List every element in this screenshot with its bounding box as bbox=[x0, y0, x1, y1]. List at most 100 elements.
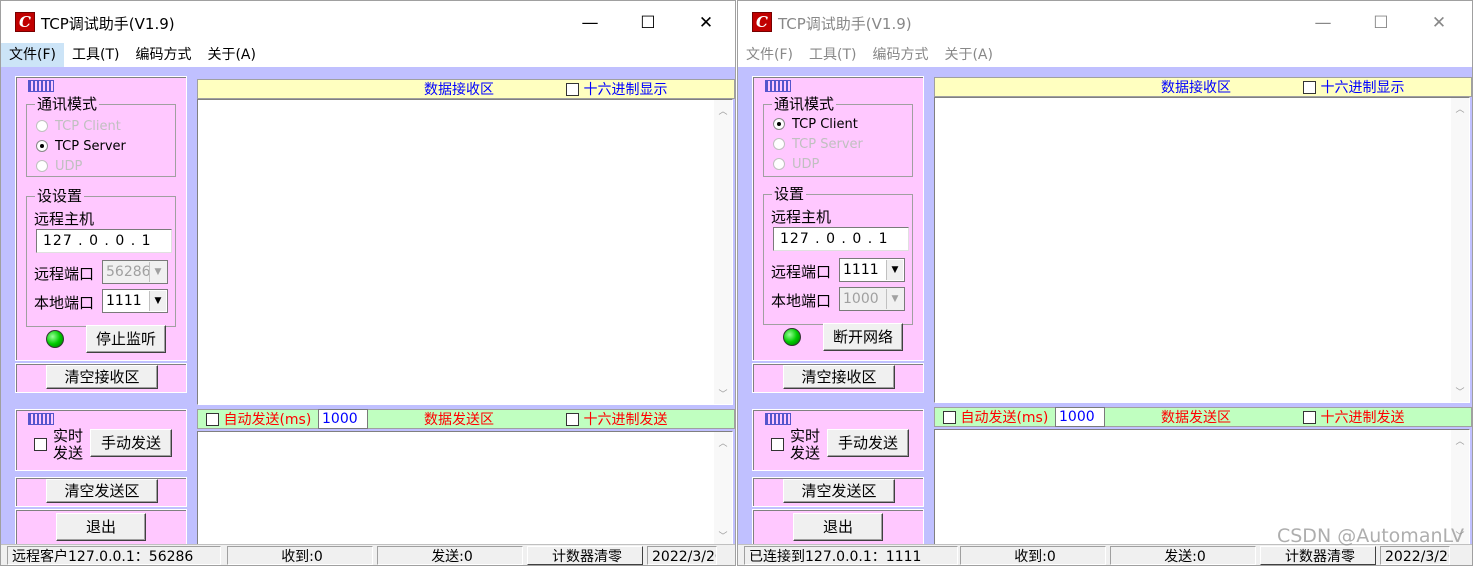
title-bar[interactable]: C TCP调试助手(V1.9) — ☐ ✕ bbox=[738, 1, 1472, 43]
scroll-up-icon[interactable]: ︿ bbox=[714, 104, 732, 117]
send-control-panel: 实时发送 手动发送 bbox=[15, 409, 187, 471]
chevron-down-icon: ▼ bbox=[886, 289, 903, 309]
maximize-icon[interactable]: ☐ bbox=[1358, 9, 1404, 37]
status-sent: 发送:0 bbox=[377, 546, 523, 565]
realtime-send-label: 实时发送 bbox=[790, 427, 821, 462]
grip-icon bbox=[765, 80, 791, 92]
radio-tcp-client[interactable]: TCP Client bbox=[773, 116, 858, 134]
send-title: 数据发送区 bbox=[424, 412, 494, 428]
menu-file[interactable]: 文件(F) bbox=[738, 43, 801, 67]
menu-bar: 文件(F) 工具(T) 编码方式 关于(A) bbox=[738, 43, 1472, 67]
menu-tools[interactable]: 工具(T) bbox=[64, 43, 127, 67]
reset-counter-button[interactable]: 计数器清零 bbox=[527, 546, 643, 565]
send-control-panel: 实时发送 手动发送 bbox=[752, 409, 924, 471]
scroll-down-icon[interactable]: ﹀ bbox=[714, 529, 732, 542]
status-connection: 远程客户127.0.0.1：56286 bbox=[7, 546, 221, 565]
manual-send-button[interactable]: 手动发送 bbox=[90, 429, 172, 457]
close-icon[interactable]: ✕ bbox=[1416, 9, 1462, 37]
clear-send-button[interactable]: 清空发送区 bbox=[783, 479, 895, 503]
realtime-send-checkbox[interactable] bbox=[771, 438, 784, 451]
menu-encoding[interactable]: 编码方式 bbox=[864, 43, 936, 67]
clear-recv-button[interactable]: 清空接收区 bbox=[783, 365, 895, 389]
manual-send-button[interactable]: 手动发送 bbox=[827, 429, 909, 457]
reset-counter-button[interactable]: 计数器清零 bbox=[1260, 546, 1376, 565]
app-icon: C bbox=[752, 12, 772, 32]
send-scrollbar[interactable]: ︿ ﹀ bbox=[714, 432, 732, 546]
title-bar[interactable]: C TCP调试助手(V1.9) — ☐ ✕ bbox=[1, 1, 735, 43]
menu-about[interactable]: 关于(A) bbox=[936, 43, 1001, 67]
recv-scrollbar[interactable]: ︿ ﹀ bbox=[1451, 98, 1469, 402]
scroll-up-icon[interactable]: ︿ bbox=[1451, 434, 1469, 447]
hex-send-option[interactable]: 十六进制发送 bbox=[1303, 408, 1404, 428]
clear-recv-panel: 清空接收区 bbox=[15, 363, 187, 393]
exit-button[interactable]: 退出 bbox=[56, 513, 146, 541]
clear-send-button[interactable]: 清空发送区 bbox=[46, 479, 158, 503]
clear-recv-button[interactable]: 清空接收区 bbox=[46, 365, 158, 389]
recv-textarea[interactable]: ︿ ﹀ bbox=[934, 97, 1470, 403]
settings-legend: 设置 bbox=[774, 185, 805, 203]
client-area: 通讯模式 TCP Client TCP Server UDP 设置 远程主机 1… bbox=[738, 67, 1472, 565]
hex-display-checkbox[interactable] bbox=[1303, 81, 1316, 94]
menu-bar: 文件(F) 工具(T) 编码方式 关于(A) bbox=[1, 43, 735, 67]
disconnect-button[interactable]: 断开网络 bbox=[823, 323, 903, 351]
auto-send-option[interactable]: 自动发送(ms) bbox=[206, 410, 311, 430]
radio-tcp-server[interactable]: TCP Server bbox=[773, 136, 863, 154]
status-received: 收到:0 bbox=[227, 546, 373, 565]
chevron-down-icon: ▼ bbox=[149, 262, 166, 282]
local-port-label: 本地端口 bbox=[771, 292, 832, 310]
minimize-icon[interactable]: — bbox=[567, 9, 613, 37]
remote-host-ip-input[interactable]: 127 . 0 . 0 . 1 bbox=[36, 229, 172, 253]
realtime-send-label: 实时发送 bbox=[53, 427, 84, 462]
auto-send-checkbox[interactable] bbox=[206, 413, 219, 426]
stop-listen-button[interactable]: 停止监听 bbox=[86, 325, 166, 353]
menu-file[interactable]: 文件(F) bbox=[1, 43, 64, 67]
hex-send-option[interactable]: 十六进制发送 bbox=[566, 410, 667, 430]
exit-panel: 退出 bbox=[752, 509, 924, 545]
scroll-down-icon[interactable]: ﹀ bbox=[1451, 385, 1469, 398]
remote-port-select[interactable]: 1111 ▼ bbox=[839, 258, 905, 282]
radio-udp[interactable]: UDP bbox=[773, 156, 819, 174]
hex-display-checkbox[interactable] bbox=[566, 83, 579, 96]
scroll-up-icon[interactable]: ︿ bbox=[1451, 102, 1469, 115]
radio-udp[interactable]: UDP bbox=[36, 158, 82, 176]
send-header: 自动发送(ms) 1000 数据发送区 十六进制发送 bbox=[934, 407, 1472, 427]
settings-panel: 通讯模式 TCP Client TCP Server UDP 设设置 远程主机 … bbox=[15, 76, 187, 361]
send-textarea[interactable]: ︿ ﹀ bbox=[197, 431, 733, 547]
maximize-icon[interactable]: ☐ bbox=[625, 9, 671, 37]
radio-icon bbox=[36, 120, 48, 132]
remote-host-ip-input[interactable]: 127 . 0 . 0 . 1 bbox=[773, 227, 909, 251]
local-port-select[interactable]: 1000 ▼ bbox=[839, 287, 905, 311]
radio-tcp-client[interactable]: TCP Client bbox=[36, 118, 121, 136]
realtime-send-checkbox[interactable] bbox=[34, 438, 47, 451]
settings-legend: 设设置 bbox=[37, 187, 83, 205]
menu-tools[interactable]: 工具(T) bbox=[801, 43, 864, 67]
scroll-down-icon[interactable]: ﹀ bbox=[714, 387, 732, 400]
recv-textarea[interactable]: ︿ ﹀ bbox=[197, 99, 733, 405]
local-port-label: 本地端口 bbox=[34, 294, 95, 312]
menu-encoding[interactable]: 编码方式 bbox=[127, 43, 199, 67]
radio-icon bbox=[36, 140, 48, 152]
auto-send-checkbox[interactable] bbox=[943, 411, 956, 424]
auto-send-option[interactable]: 自动发送(ms) bbox=[943, 408, 1048, 428]
scroll-up-icon[interactable]: ︿ bbox=[714, 436, 732, 449]
status-date: 2022/3/20 bbox=[1380, 546, 1450, 565]
exit-panel: 退出 bbox=[15, 509, 187, 545]
hex-send-checkbox[interactable] bbox=[566, 413, 579, 426]
menu-about[interactable]: 关于(A) bbox=[199, 43, 264, 67]
window-title: TCP调试助手(V1.9) bbox=[41, 15, 175, 33]
close-icon[interactable]: ✕ bbox=[683, 9, 729, 37]
local-port-select[interactable]: 1111 ▼ bbox=[102, 289, 168, 313]
hex-send-checkbox[interactable] bbox=[1303, 411, 1316, 424]
exit-button[interactable]: 退出 bbox=[793, 513, 883, 541]
recv-scrollbar[interactable]: ︿ ﹀ bbox=[714, 100, 732, 404]
auto-interval-input[interactable]: 1000 bbox=[318, 409, 368, 429]
minimize-icon[interactable]: — bbox=[1300, 9, 1346, 37]
clear-recv-panel: 清空接收区 bbox=[752, 363, 924, 393]
remote-port-select[interactable]: 56286 ▼ bbox=[102, 260, 168, 284]
status-led-icon bbox=[783, 328, 801, 346]
hex-display-option[interactable]: 十六进制显示 bbox=[1303, 78, 1404, 98]
radio-tcp-server[interactable]: TCP Server bbox=[36, 138, 126, 156]
watermark: CSDN @AutomanLV bbox=[1276, 525, 1464, 547]
auto-interval-input[interactable]: 1000 bbox=[1055, 407, 1105, 427]
hex-display-option[interactable]: 十六进制显示 bbox=[566, 80, 667, 100]
